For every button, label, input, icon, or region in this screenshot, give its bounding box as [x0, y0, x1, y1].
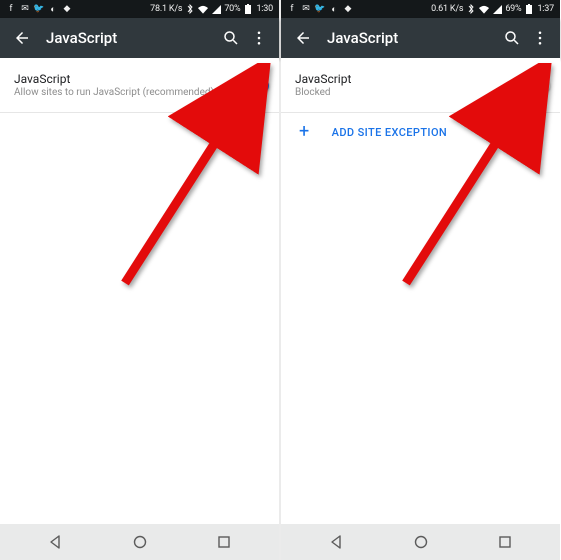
back-button[interactable] [8, 24, 36, 52]
divider [0, 112, 279, 113]
mail-icon: ✉ [301, 4, 311, 14]
content: JavaScript Allow sites to run JavaScript… [0, 58, 279, 524]
clock: 1:30 [256, 4, 273, 14]
facebook-icon: f [6, 4, 16, 14]
firefox-icon: ◐ [48, 4, 58, 14]
app-icon: ◆ [62, 4, 72, 14]
javascript-toggle[interactable] [235, 78, 267, 92]
toolbar-title: JavaScript [46, 29, 217, 47]
battery-icon [243, 4, 253, 14]
search-button[interactable] [217, 24, 245, 52]
add-site-exception-button[interactable]: + ADD SITE EXCEPTION [281, 113, 560, 151]
wifi-icon [479, 4, 489, 14]
battery-text: 70% [224, 4, 240, 14]
nav-home-button[interactable] [391, 528, 451, 556]
net-speed: 78.1 K/s [150, 4, 182, 14]
firefox-icon: ◐ [329, 4, 339, 14]
battery-icon [524, 4, 534, 14]
setting-title: JavaScript [14, 72, 235, 86]
search-button[interactable] [498, 24, 526, 52]
navbar [0, 524, 279, 560]
signal-icon [211, 4, 221, 14]
setting-subtitle: Allow sites to run JavaScript (recommend… [14, 87, 235, 98]
nav-home-button[interactable] [110, 528, 170, 556]
screen-right: f ✉ 🐦 ◐ ◆ 0.61 K/s 69% [280, 0, 560, 560]
facebook-icon: f [287, 4, 297, 14]
twitter-icon: 🐦 [315, 4, 325, 14]
overflow-menu-button[interactable] [245, 24, 273, 52]
wifi-icon [198, 4, 208, 14]
bluetooth-icon [185, 4, 195, 14]
net-speed: 0.61 K/s [431, 4, 463, 14]
toolbar: JavaScript [281, 18, 560, 58]
statusbar: f ✉ 🐦 ◐ ◆ 0.61 K/s 69% [281, 0, 560, 18]
bluetooth-icon [466, 4, 476, 14]
javascript-toggle[interactable] [516, 78, 548, 92]
nav-recent-button[interactable] [194, 528, 254, 556]
signal-icon [492, 4, 502, 14]
nav-recent-button[interactable] [475, 528, 535, 556]
app-icon: ◆ [343, 4, 353, 14]
statusbar: f ✉ 🐦 ◐ ◆ 78.1 K/s 70% [0, 0, 279, 18]
plus-icon: + [299, 123, 310, 141]
screen-left: f ✉ 🐦 ◐ ◆ 78.1 K/s 70% [0, 0, 280, 560]
toolbar-title: JavaScript [327, 29, 498, 47]
javascript-setting-row[interactable]: JavaScript Allow sites to run JavaScript… [0, 58, 279, 112]
clock: 1:37 [537, 4, 554, 14]
toolbar: JavaScript [0, 18, 279, 58]
navbar [281, 524, 560, 560]
nav-back-button[interactable] [25, 528, 85, 556]
add-exception-label: ADD SITE EXCEPTION [332, 126, 448, 139]
setting-title: JavaScript [295, 72, 516, 86]
battery-text: 69% [505, 4, 521, 14]
javascript-setting-row[interactable]: JavaScript Blocked [281, 58, 560, 112]
twitter-icon: 🐦 [34, 4, 44, 14]
content: JavaScript Blocked + ADD SITE EXCEPTION [281, 58, 560, 524]
setting-subtitle: Blocked [295, 87, 516, 98]
mail-icon: ✉ [20, 4, 30, 14]
back-button[interactable] [289, 24, 317, 52]
overflow-menu-button[interactable] [526, 24, 554, 52]
nav-back-button[interactable] [306, 528, 366, 556]
